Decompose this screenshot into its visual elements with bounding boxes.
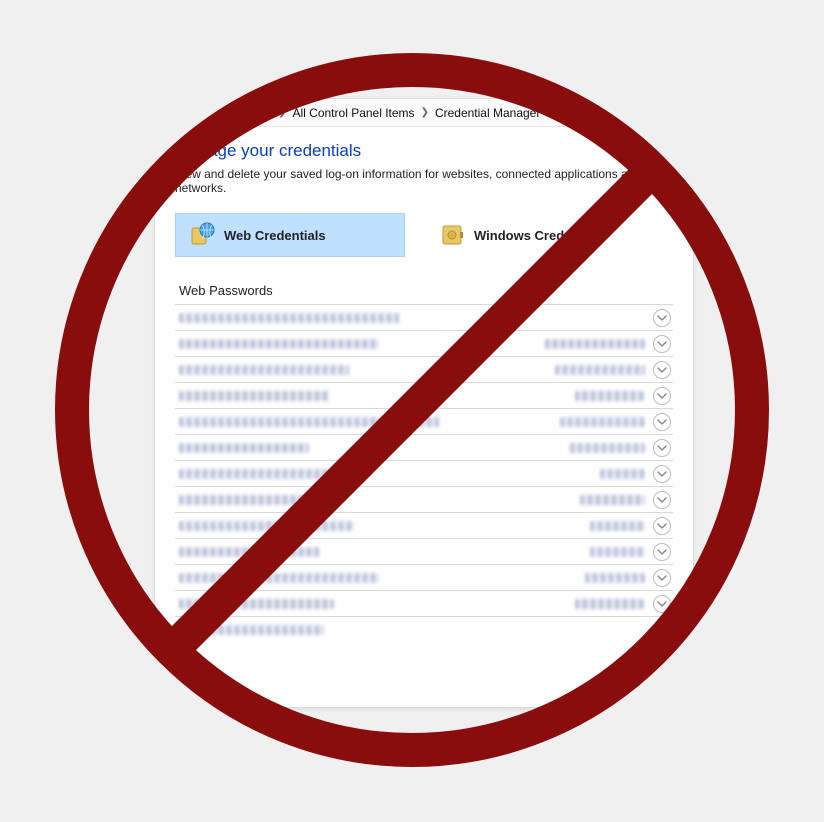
credential-site-blurred (179, 417, 439, 427)
credential-detail-blurred (580, 495, 645, 505)
credential-site-blurred (179, 547, 319, 557)
credential-site-blurred (179, 599, 334, 609)
breadcrumb-item-credential-manager[interactable]: Credential Manager (435, 106, 540, 120)
credential-row[interactable] (175, 330, 673, 356)
credential-detail-blurred (560, 417, 645, 427)
credential-site-blurred (179, 365, 349, 375)
vault-icon (440, 222, 466, 248)
chevron-right-icon: ❯ (278, 107, 286, 118)
credential-site-blurred (179, 521, 354, 531)
chevron-down-icon[interactable] (653, 439, 671, 457)
credential-row[interactable] (175, 590, 673, 616)
breadcrumb-item-all-items[interactable]: All Control Panel Items (293, 106, 415, 120)
credential-site-blurred (179, 339, 379, 349)
chevron-right-icon: ❯ (421, 107, 429, 118)
chevron-down-icon[interactable] (653, 621, 671, 639)
tab-windows-label: Windows Credentials (474, 228, 605, 243)
chevron-down-icon[interactable] (653, 595, 671, 613)
chevron-down-icon[interactable] (653, 413, 671, 431)
tab-windows-credentials[interactable]: Windows Credentials (425, 213, 655, 257)
page-subtitle: View and delete your saved log-on inform… (175, 167, 673, 195)
credential-site-blurred (179, 443, 309, 453)
credential-detail-blurred (590, 547, 645, 557)
credential-site-blurred (179, 469, 369, 479)
section-web-passwords-title: Web Passwords (179, 283, 673, 298)
web-passwords-list (175, 304, 673, 642)
credential-row[interactable] (175, 356, 673, 382)
chevron-down-icon[interactable] (653, 569, 671, 587)
credential-detail-blurred (585, 573, 645, 583)
credential-row[interactable] (175, 538, 673, 564)
credential-site-blurred (179, 313, 399, 323)
chevron-down-icon[interactable] (653, 543, 671, 561)
tab-web-credentials[interactable]: Web Credentials (175, 213, 405, 257)
credential-detail-blurred (575, 391, 645, 401)
credential-site-blurred (179, 573, 379, 583)
chevron-down-icon[interactable] (653, 387, 671, 405)
chevron-down-icon[interactable] (653, 491, 671, 509)
chevron-right-icon: ❯ (185, 107, 193, 118)
credential-row[interactable] (175, 408, 673, 434)
credential-detail-blurred (590, 521, 645, 531)
chevron-down-icon[interactable] (653, 517, 671, 535)
credential-row[interactable] (175, 434, 673, 460)
credential-manager-window: ❯ Control Panel ❯ All Control Panel Item… (154, 98, 694, 708)
globe-safe-icon (190, 222, 216, 248)
chevron-down-icon[interactable] (653, 335, 671, 353)
credential-row[interactable] (175, 382, 673, 408)
credential-site-blurred (179, 495, 329, 505)
credential-type-tabs: Web Credentials Windows Credentials (175, 213, 673, 257)
page-title: Manage your credentials (175, 141, 673, 161)
control-panel-icon (163, 105, 179, 121)
credential-site-blurred (179, 625, 324, 635)
credential-detail-blurred (570, 443, 645, 453)
credential-row[interactable] (175, 486, 673, 512)
credential-detail-blurred (575, 599, 645, 609)
credential-row[interactable] (175, 304, 673, 330)
chevron-down-icon[interactable] (653, 361, 671, 379)
credential-detail-blurred (545, 339, 645, 349)
credential-row[interactable] (175, 512, 673, 538)
chevron-down-icon[interactable] (653, 465, 671, 483)
credential-row[interactable] (175, 460, 673, 486)
tab-web-label: Web Credentials (224, 228, 326, 243)
credential-detail-blurred (555, 365, 645, 375)
credential-site-blurred (179, 391, 329, 401)
credential-row[interactable] (175, 564, 673, 590)
credential-row[interactable] (175, 616, 673, 642)
chevron-down-icon[interactable] (653, 309, 671, 327)
breadcrumb-item-control-panel[interactable]: Control Panel (199, 106, 272, 120)
credential-detail-blurred (600, 469, 645, 479)
breadcrumb: ❯ Control Panel ❯ All Control Panel Item… (155, 99, 693, 127)
